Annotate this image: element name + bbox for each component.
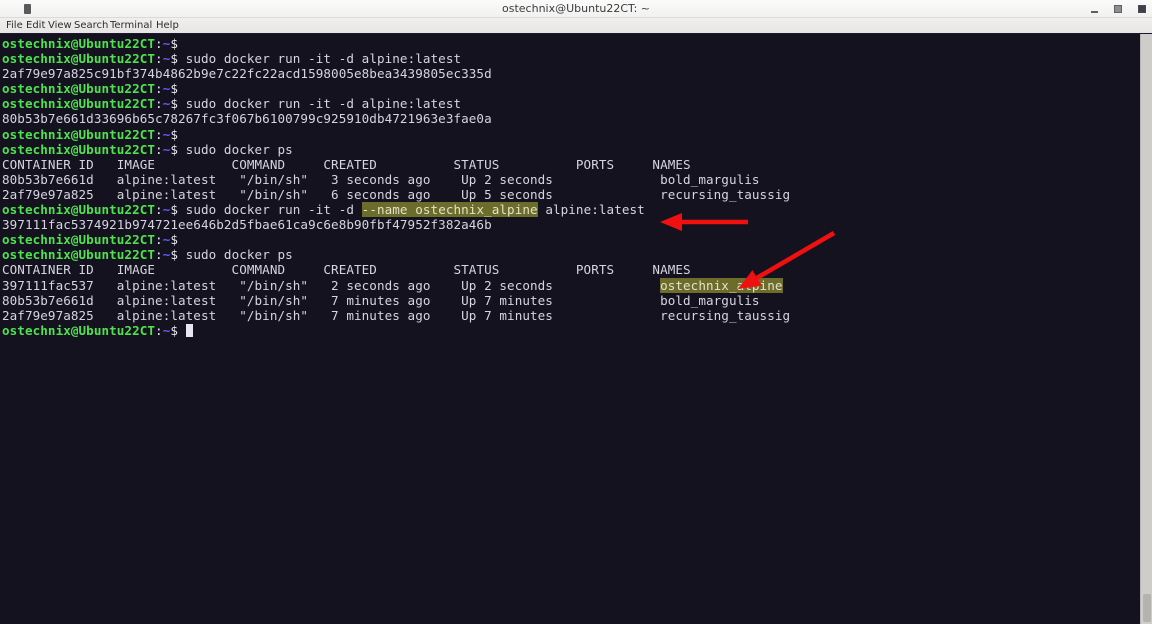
terminal-line: 80b53b7e661d33696b65c78267fc3f067b610079… <box>2 111 1140 126</box>
prompt-dollar: $ <box>170 142 178 157</box>
terminal-line: CONTAINER ID IMAGE COMMAND CREATED STATU… <box>2 262 1140 277</box>
menu-item-edit[interactable]: Edit <box>26 18 45 33</box>
prompt-colon: : <box>155 81 163 96</box>
terminal-output: 2af79e97a825c91bf374b4862b9e7c22fc22acd1… <box>2 66 492 81</box>
prompt-dollar: $ <box>170 127 178 142</box>
terminal-command-post: alpine:latest <box>538 202 645 217</box>
prompt-colon: : <box>155 36 163 51</box>
terminal-line: CONTAINER ID IMAGE COMMAND CREATED STATU… <box>2 157 1140 172</box>
terminal-command: sudo docker ps <box>178 247 293 262</box>
menu-item-terminal[interactable]: Terminal <box>110 18 152 33</box>
prompt-dollar: $ <box>170 232 178 247</box>
terminal-line: ostechnix@Ubuntu22CT:~$ <box>2 232 1140 247</box>
terminal-line: ostechnix@Ubuntu22CT:~$ <box>2 323 1140 338</box>
terminal-line: ostechnix@Ubuntu22CT:~$ sudo docker run … <box>2 51 1140 66</box>
prompt-dollar: $ <box>170 323 178 338</box>
terminal-output: 80b53b7e661d alpine:latest "/bin/sh" 3 s… <box>2 172 760 187</box>
prompt-dollar: $ <box>170 247 178 262</box>
terminal-line: 2af79e97a825 alpine:latest "/bin/sh" 6 s… <box>2 187 1140 202</box>
terminal-output: CONTAINER ID IMAGE COMMAND CREATED STATU… <box>2 157 691 172</box>
terminal-screen[interactable]: ostechnix@Ubuntu22CT:~$ostechnix@Ubuntu2… <box>0 34 1140 624</box>
menu-item-view[interactable]: View <box>48 18 72 33</box>
menu-item-search[interactable]: Search <box>74 18 108 33</box>
terminal-line: 397111fac5374921b974721ee646b2d5fbae61ca… <box>2 217 1140 232</box>
terminal-output: 397111fac5374921b974721ee646b2d5fbae61ca… <box>2 217 492 232</box>
terminal-output-pre: 397111fac537 alpine:latest "/bin/sh" 2 s… <box>2 278 660 293</box>
terminal-line: 397111fac537 alpine:latest "/bin/sh" 2 s… <box>2 278 1140 293</box>
prompt-user-host: ostechnix@Ubuntu22CT <box>2 51 155 66</box>
menu-item-file[interactable]: File <box>6 18 23 33</box>
terminal-cursor <box>186 324 194 337</box>
terminal-command-pre: sudo docker run -it -d <box>178 202 362 217</box>
terminal-line: 2af79e97a825c91bf374b4862b9e7c22fc22acd1… <box>2 66 1140 81</box>
terminal-line: ostechnix@Ubuntu22CT:~$ sudo docker run … <box>2 96 1140 111</box>
terminal-command: sudo docker ps <box>178 142 293 157</box>
titlebar[interactable]: ostechnix@Ubuntu22CT: ~ <box>0 0 1152 18</box>
prompt-colon: : <box>155 232 163 247</box>
prompt-dollar: $ <box>170 51 178 66</box>
menubar: FileEditViewSearchTerminal Help <box>0 18 1152 34</box>
close-button[interactable] <box>1138 5 1146 13</box>
terminal-command: sudo docker run -it -d alpine:latest <box>178 96 461 111</box>
prompt-colon: : <box>155 202 163 217</box>
highlighted-container-name: ostechnix_alpine <box>660 278 782 293</box>
prompt-dollar: $ <box>170 81 178 96</box>
prompt-user-host: ostechnix@Ubuntu22CT <box>2 142 155 157</box>
prompt-colon: : <box>155 323 163 338</box>
terminal-line: 80b53b7e661d alpine:latest "/bin/sh" 7 m… <box>2 293 1140 308</box>
terminal-command: sudo docker run -it -d alpine:latest <box>178 51 461 66</box>
prompt-dollar: $ <box>170 96 178 111</box>
prompt-colon: : <box>155 247 163 262</box>
terminal-line: 80b53b7e661d alpine:latest "/bin/sh" 3 s… <box>2 172 1140 187</box>
prompt-user-host: ostechnix@Ubuntu22CT <box>2 202 155 217</box>
scrollbar-track[interactable] <box>1142 34 1152 590</box>
prompt-user-host: ostechnix@Ubuntu22CT <box>2 232 155 247</box>
window-title: ostechnix@Ubuntu22CT: ~ <box>0 0 1152 18</box>
menu-item-help[interactable]: Help <box>156 18 179 33</box>
terminal-line: ostechnix@Ubuntu22CT:~$ sudo docker ps <box>2 247 1140 262</box>
prompt-colon: : <box>155 51 163 66</box>
terminal-line: ostechnix@Ubuntu22CT:~$ sudo docker run … <box>2 202 1140 217</box>
maximize-button[interactable] <box>1114 5 1122 13</box>
prompt-colon: : <box>155 127 163 142</box>
terminal-line: ostechnix@Ubuntu22CT:~$ sudo docker ps <box>2 142 1140 157</box>
terminal-output: 2af79e97a825 alpine:latest "/bin/sh" 6 s… <box>2 187 790 202</box>
prompt-user-host: ostechnix@Ubuntu22CT <box>2 127 155 142</box>
prompt-colon: : <box>155 96 163 111</box>
highlighted-name-flag: --name ostechnix_alpine <box>362 202 538 217</box>
terminal-output: 80b53b7e661d33696b65c78267fc3f067b610079… <box>2 111 492 126</box>
terminal-window: ostechnix@Ubuntu22CT: ~ FileEditViewSear… <box>0 0 1152 624</box>
terminal-line: ostechnix@Ubuntu22CT:~$ <box>2 127 1140 142</box>
terminal-line: ostechnix@Ubuntu22CT:~$ <box>2 81 1140 96</box>
prompt-user-host: ostechnix@Ubuntu22CT <box>2 247 155 262</box>
terminal-output: 80b53b7e661d alpine:latest "/bin/sh" 7 m… <box>2 293 760 308</box>
terminal-output: CONTAINER ID IMAGE COMMAND CREATED STATU… <box>2 262 691 277</box>
prompt-user-host: ostechnix@Ubuntu22CT <box>2 81 155 96</box>
prompt-user-host: ostechnix@Ubuntu22CT <box>2 323 155 338</box>
prompt-user-host: ostechnix@Ubuntu22CT <box>2 36 155 51</box>
scrollbar-thumb[interactable] <box>1143 594 1151 622</box>
terminal-output: 2af79e97a825 alpine:latest "/bin/sh" 7 m… <box>2 308 790 323</box>
prompt-dollar: $ <box>170 202 178 217</box>
terminal-line: 2af79e97a825 alpine:latest "/bin/sh" 7 m… <box>2 308 1140 323</box>
prompt-dollar: $ <box>170 36 178 51</box>
terminal-scrollbar[interactable] <box>1140 34 1152 624</box>
minimize-button[interactable] <box>1091 11 1098 13</box>
terminal-line: ostechnix@Ubuntu22CT:~$ <box>2 36 1140 51</box>
prompt-colon: : <box>155 142 163 157</box>
prompt-user-host: ostechnix@Ubuntu22CT <box>2 96 155 111</box>
